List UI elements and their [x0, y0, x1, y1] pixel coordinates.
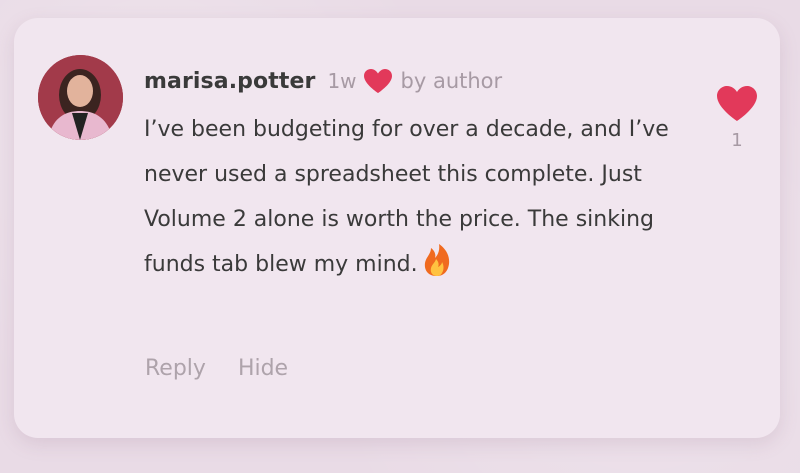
- heart-icon: [363, 68, 393, 94]
- like-button[interactable]: [716, 85, 758, 123]
- comment-text: I’ve been budgeting for over a decade, a…: [144, 107, 704, 287]
- reply-button[interactable]: Reply: [145, 356, 206, 381]
- comment-header: marisa.potter 1w by author: [144, 62, 502, 100]
- username[interactable]: marisa.potter: [144, 69, 315, 94]
- fire-icon: [422, 243, 452, 277]
- comment-actions: Reply Hide: [145, 356, 288, 381]
- liked-by-author-label: by author: [400, 69, 503, 93]
- heart-icon: [717, 86, 757, 121]
- comment-body: I’ve been budgeting for over a decade, a…: [144, 117, 669, 277]
- like-count: 1: [731, 130, 743, 151]
- hide-button[interactable]: Hide: [238, 356, 288, 381]
- avatar[interactable]: [38, 55, 123, 140]
- timestamp: 1w: [327, 69, 357, 93]
